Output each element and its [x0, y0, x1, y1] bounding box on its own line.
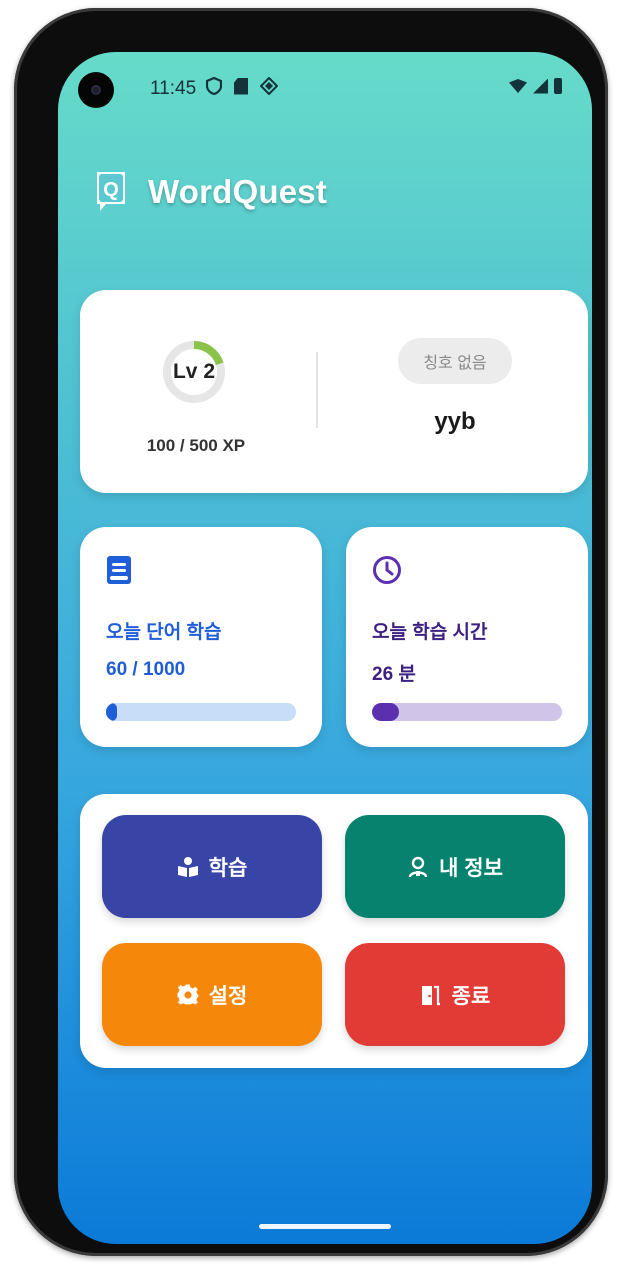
- app-screen: 11:45 Q WordQuest Lv 2 100 / 500 XP 칭호 없…: [58, 52, 592, 1244]
- title-badge: 칭호 없음: [398, 338, 512, 384]
- app-logo-icon: Q: [97, 172, 125, 211]
- battery-icon: [554, 78, 562, 94]
- time-progress-bar: [372, 703, 562, 721]
- words-stat-label: 오늘 단어 학습: [106, 622, 222, 643]
- app-logo-letter: Q: [103, 179, 119, 201]
- shield-icon: [206, 77, 222, 95]
- wifi-icon: [509, 79, 527, 93]
- book-icon: [107, 556, 131, 584]
- app-header: Q WordQuest: [94, 170, 327, 214]
- home-indicator[interactable]: [259, 1224, 391, 1229]
- exit-button-label: 종료: [451, 984, 491, 1008]
- diamond-icon: [260, 77, 278, 95]
- profile-card: Lv 2 100 / 500 XP 칭호 없음 yyb: [80, 290, 588, 493]
- words-progress-fill: [106, 703, 118, 721]
- words-progress-bar: [106, 703, 296, 721]
- door-exit-icon: [421, 985, 440, 1005]
- signal-icon: [533, 78, 548, 94]
- profile-divider: [316, 352, 318, 428]
- status-icons-left: [206, 77, 278, 95]
- time-stat-card: 오늘 학습 시간 26 분: [346, 527, 588, 747]
- exit-button[interactable]: 종료: [345, 943, 565, 1046]
- username: yyb: [434, 408, 476, 435]
- clock-icon: [373, 556, 401, 584]
- status-icons-right: [509, 78, 562, 94]
- sdcard-icon: [234, 77, 248, 95]
- front-camera: [78, 72, 114, 108]
- my-info-button[interactable]: 내 정보: [345, 815, 565, 918]
- study-button-label: 학습: [208, 856, 248, 880]
- study-button[interactable]: 학습: [102, 815, 322, 918]
- phone-frame: 11:45 Q WordQuest Lv 2 100 / 500 XP 칭호 없…: [14, 8, 608, 1256]
- words-stat-card: 오늘 단어 학습 60 / 1000: [80, 527, 322, 747]
- xp-text: 100 / 500 XP: [146, 436, 246, 455]
- status-time: 11:45: [150, 78, 197, 99]
- gear-icon: [177, 983, 199, 1004]
- level-label: Lv 2: [172, 360, 216, 383]
- time-progress-fill: [372, 703, 399, 721]
- reader-icon: [177, 856, 198, 877]
- settings-button[interactable]: 설정: [102, 943, 322, 1046]
- app-title: WordQuest: [148, 173, 328, 210]
- my-info-button-label: 내 정보: [439, 856, 503, 880]
- words-stat-value: 60 / 1000: [106, 659, 186, 680]
- time-stat-value: 26 분: [372, 664, 416, 685]
- user-icon: [408, 856, 428, 877]
- time-stat-label: 오늘 학습 시간: [372, 622, 488, 643]
- settings-button-label: 설정: [208, 984, 248, 1008]
- menu-card: 학습 내 정보 설정 종료: [80, 794, 588, 1068]
